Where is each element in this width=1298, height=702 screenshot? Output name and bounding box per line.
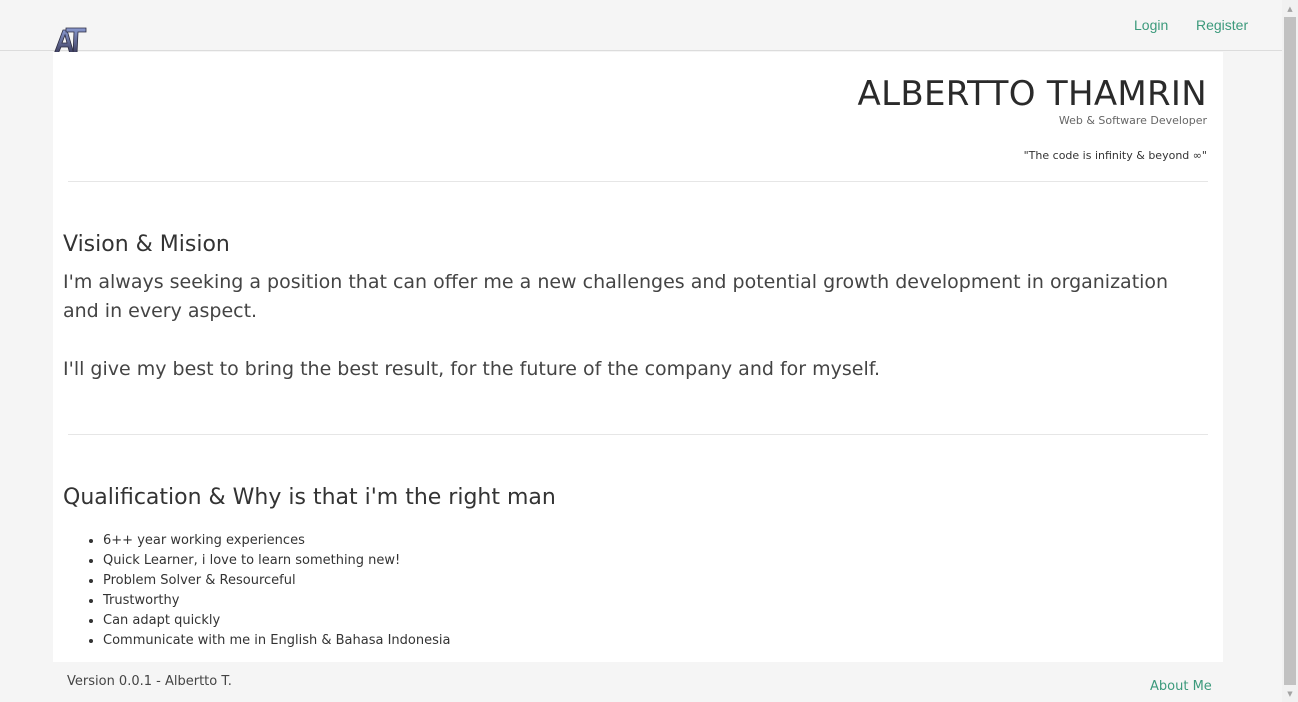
register-link[interactable]: Register <box>1196 17 1248 33</box>
footer: Version 0.0.1 - Albertto T. About Me <box>0 662 1282 702</box>
top-navbar: Login Register <box>0 0 1282 55</box>
hero-role: Web & Software Developer <box>1058 114 1207 127</box>
hero-header: ALBERTTO THAMRIN Web & Software Develope… <box>858 74 1207 162</box>
version-text: Version 0.0.1 - Albertto T. <box>67 674 232 689</box>
qualification-title: Qualification & Why is that i'm the righ… <box>63 485 556 510</box>
login-link[interactable]: Login <box>1134 17 1168 33</box>
list-item: Trustworthy <box>103 591 450 611</box>
vertical-scrollbar[interactable]: ▲ ▼ <box>1282 0 1298 702</box>
about-me-link[interactable]: About Me <box>1150 679 1212 694</box>
divider <box>68 181 1208 182</box>
scroll-down-icon[interactable]: ▼ <box>1282 685 1298 702</box>
list-item: Communicate with me in English & Bahasa … <box>103 631 450 651</box>
scrollbar-thumb[interactable] <box>1284 17 1296 685</box>
hero-name: ALBERTTO THAMRIN <box>857 74 1207 114</box>
list-item: Can adapt quickly <box>103 611 450 631</box>
main-content: ALBERTTO THAMRIN Web & Software Develope… <box>53 52 1223 662</box>
list-item: Quick Learner, i love to learn something… <box>103 551 450 571</box>
vision-paragraph: I'll give my best to bring the best resu… <box>63 358 881 380</box>
list-item: 6++ year working experiences <box>103 531 450 551</box>
vision-paragraph: I'm always seeking a position that can o… <box>63 271 1169 322</box>
vision-text: I'm always seeking a position that can o… <box>63 268 1193 384</box>
vision-title: Vision & Mision <box>63 232 230 257</box>
divider <box>68 434 1208 435</box>
hero-quote: "The code is infinity & beyond ∞" <box>1023 149 1207 162</box>
scroll-up-icon[interactable]: ▲ <box>1282 0 1298 17</box>
qualification-list: 6++ year working experiences Quick Learn… <box>103 531 450 651</box>
list-item: Problem Solver & Resourceful <box>103 571 450 591</box>
